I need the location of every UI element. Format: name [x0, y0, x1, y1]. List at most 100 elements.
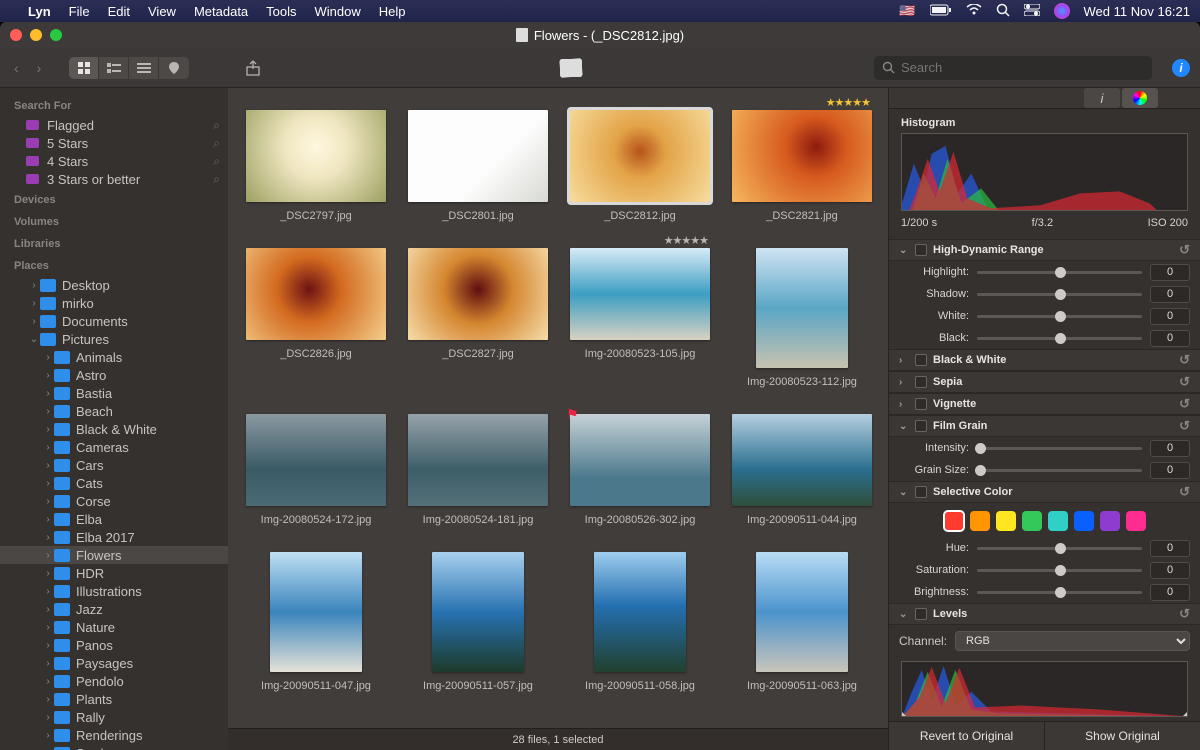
sidebar-folder-beach[interactable]: ›Beach — [0, 402, 228, 420]
thumbnail[interactable]: Img-20090511-044.jpg — [722, 414, 882, 526]
thumbnail-grid-scroll[interactable]: _DSC2797.jpg_DSC2801.jpg_DSC2812.jpg★★★★… — [228, 88, 888, 728]
thumbnail[interactable]: ⚑Img-20080526-302.jpg — [560, 414, 720, 526]
sidebar-folder-elba-2017[interactable]: ›Elba 2017 — [0, 528, 228, 546]
slider-track[interactable] — [977, 591, 1142, 594]
menu-tools[interactable]: Tools — [266, 4, 296, 19]
reset-icon[interactable]: ↺ — [1179, 242, 1190, 258]
slider-knob[interactable] — [1055, 565, 1066, 576]
thumbnail[interactable]: ★★★★★Img-20080523-105.jpg — [560, 248, 720, 388]
slider-knob[interactable] — [1055, 587, 1066, 598]
thumbnail[interactable]: _DSC2801.jpg — [398, 110, 558, 222]
thumbnail[interactable]: Img-20080524-181.jpg — [398, 414, 558, 526]
flag-icon[interactable]: 🇺🇸 — [899, 3, 915, 19]
swatch[interactable] — [1022, 511, 1042, 531]
menu-help[interactable]: Help — [379, 4, 406, 19]
thumbnail[interactable]: Img-20080523-112.jpg — [722, 248, 882, 388]
slider-track[interactable] — [977, 569, 1142, 572]
levels-black-handle[interactable] — [901, 707, 907, 717]
sidebar-folder-jazz[interactable]: ›Jazz — [0, 600, 228, 618]
slider-track[interactable] — [977, 315, 1142, 318]
reset-icon[interactable]: ↺ — [1179, 352, 1190, 368]
reset-icon[interactable]: ↺ — [1179, 484, 1190, 500]
thumbnail[interactable]: _DSC2826.jpg — [236, 248, 396, 388]
menu-edit[interactable]: Edit — [108, 4, 130, 19]
view-map-button[interactable] — [159, 57, 189, 79]
sidebar-folder-bastia[interactable]: ›Bastia — [0, 384, 228, 402]
chevron-right-icon[interactable]: › — [28, 316, 40, 327]
sidebar-folder-documents[interactable]: ›Documents — [0, 312, 228, 330]
slider-value[interactable]: 0 — [1150, 308, 1190, 325]
sidebar-folder-renderings[interactable]: ›Renderings — [0, 726, 228, 744]
slider-track[interactable] — [977, 447, 1142, 450]
slider-value[interactable]: 0 — [1150, 562, 1190, 579]
nav-forward-button[interactable]: › — [33, 60, 46, 76]
slider-track[interactable] — [977, 271, 1142, 274]
slider-knob[interactable] — [975, 443, 986, 454]
menu-metadata[interactable]: Metadata — [194, 4, 248, 19]
reset-icon[interactable]: ↺ — [1179, 396, 1190, 412]
sidebar-folder-elba[interactable]: ›Elba — [0, 510, 228, 528]
show-original-button[interactable]: Show Original — [1045, 722, 1200, 750]
section-checkbox[interactable] — [915, 420, 927, 432]
chevron-right-icon[interactable]: › — [42, 406, 54, 417]
rating-stars[interactable]: ★★★★★ — [826, 96, 870, 109]
flag-icon[interactable]: ⚑ — [566, 406, 579, 423]
slider-track[interactable] — [977, 469, 1142, 472]
chevron-right-icon[interactable]: › — [42, 496, 54, 507]
slider-value[interactable]: 0 — [1150, 540, 1190, 557]
slider-knob[interactable] — [1055, 289, 1066, 300]
chevron-right-icon[interactable]: › — [42, 478, 54, 489]
thumbnail[interactable]: Img-20090511-047.jpg — [236, 552, 396, 692]
revert-button[interactable]: Revert to Original — [889, 722, 1045, 750]
app-menu[interactable]: Lyn — [28, 4, 51, 19]
section-checkbox[interactable] — [915, 354, 927, 366]
thumbnail[interactable]: _DSC2797.jpg — [236, 110, 396, 222]
chevron-right-icon[interactable]: › — [42, 694, 54, 705]
chevron-right-icon[interactable]: › — [28, 298, 40, 309]
chevron-right-icon[interactable]: › — [42, 514, 54, 525]
tab-adjust[interactable] — [1122, 88, 1158, 108]
slider-track[interactable] — [977, 293, 1142, 296]
levels-graph[interactable] — [901, 661, 1188, 717]
sidebar-folder-nature[interactable]: ›Nature — [0, 618, 228, 636]
section-high-dynamic-range[interactable]: ⌄High-Dynamic Range↺ — [889, 239, 1200, 261]
slider-value[interactable]: 0 — [1150, 462, 1190, 479]
section-vignette[interactable]: ›Vignette↺ — [889, 393, 1200, 415]
slider-value[interactable]: 0 — [1150, 330, 1190, 347]
wifi-icon[interactable] — [966, 4, 982, 19]
menu-file[interactable]: File — [69, 4, 90, 19]
swatch[interactable] — [970, 511, 990, 531]
sidebar-folder-pictures[interactable]: ⌄Pictures — [0, 330, 228, 348]
sidebar-folder-paysages[interactable]: ›Paysages — [0, 654, 228, 672]
section-checkbox[interactable] — [915, 398, 927, 410]
levels-white-handle[interactable] — [1182, 707, 1188, 717]
reset-icon[interactable]: ↺ — [1179, 606, 1190, 622]
slider-knob[interactable] — [975, 465, 986, 476]
thumbnail[interactable]: Img-20090511-058.jpg — [560, 552, 720, 692]
sidebar-smart-flagged[interactable]: Flagged⌕ — [0, 116, 228, 134]
chevron-right-icon[interactable]: › — [42, 604, 54, 615]
view-filmstrip-button[interactable] — [99, 57, 129, 79]
section-checkbox[interactable] — [915, 376, 927, 388]
sidebar-folder-astro[interactable]: ›Astro — [0, 366, 228, 384]
slider-value[interactable]: 0 — [1150, 286, 1190, 303]
menubar-datetime[interactable]: Wed 11 Nov 16:21 — [1084, 4, 1190, 19]
chevron-right-icon[interactable]: › — [42, 370, 54, 381]
chevron-right-icon[interactable]: › — [42, 622, 54, 633]
chevron-right-icon[interactable]: › — [42, 460, 54, 471]
view-grid-button[interactable] — [69, 57, 99, 79]
siri-icon[interactable] — [1054, 3, 1070, 19]
slider-track[interactable] — [977, 337, 1142, 340]
tab-info[interactable]: i — [1084, 88, 1120, 108]
slider-value[interactable]: 0 — [1150, 264, 1190, 281]
sidebar-folder-corse[interactable]: ›Corse — [0, 492, 228, 510]
search-input[interactable] — [901, 60, 1144, 75]
chevron-right-icon[interactable]: › — [42, 730, 54, 741]
sidebar-folder-rally[interactable]: ›Rally — [0, 708, 228, 726]
thumbnail[interactable]: Img-20080524-172.jpg — [236, 414, 396, 526]
rating-stars[interactable]: ★★★★★ — [664, 234, 708, 247]
section-film-grain[interactable]: ⌄Film Grain↺ — [889, 415, 1200, 437]
slider-value[interactable]: 0 — [1150, 440, 1190, 457]
swatch[interactable] — [1048, 511, 1068, 531]
chevron-right-icon[interactable]: › — [42, 676, 54, 687]
